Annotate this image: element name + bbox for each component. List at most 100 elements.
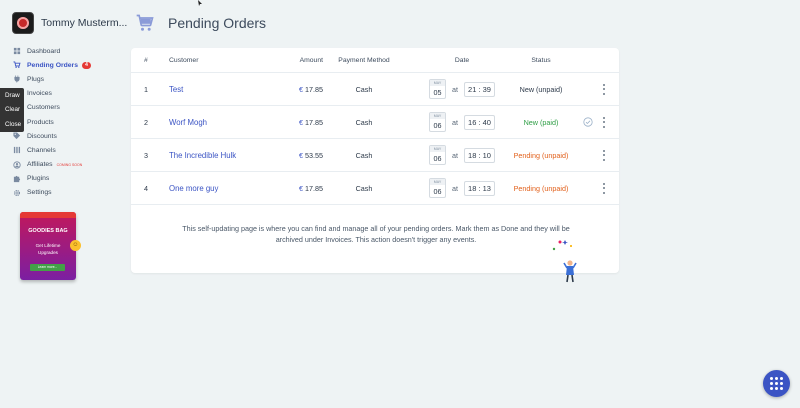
profile[interactable]: Tommy Musterm...	[12, 12, 127, 34]
currency-symbol: €	[299, 150, 303, 160]
sidebar-item-label: Channels	[27, 146, 56, 154]
order-amount: 17.85	[305, 183, 323, 193]
customer-link[interactable]: Test	[169, 85, 183, 94]
date-badge: MAY 06	[429, 178, 447, 198]
order-time: 18 : 13	[464, 180, 495, 196]
order-amount: 53.55	[305, 150, 323, 160]
clear-button[interactable]: Clear	[0, 103, 24, 118]
sidebar-item-settings[interactable]: Settings	[13, 186, 123, 200]
order-number: 2	[144, 117, 148, 127]
col-header-amount: Amount	[299, 56, 323, 64]
customer-link[interactable]: Worf Mogh	[169, 118, 207, 127]
table-row[interactable]: 1 Test €17.85 Cash MAY 05 at 21 : 39 New (unpaid…	[131, 73, 619, 106]
order-date: MAY 06 at 18 : 10	[421, 139, 503, 171]
close-button[interactable]: Close	[0, 117, 24, 132]
order-time: 18 : 10	[464, 147, 495, 163]
promo-title: GOODIES BAG	[28, 228, 68, 234]
status-badge: Pending (unpaid)	[513, 183, 569, 193]
date-at-label: at	[452, 183, 459, 193]
sidebar-item-customers[interactable]: Customers	[13, 101, 123, 115]
row-menu-icon[interactable]	[601, 149, 607, 161]
sidebar-item-dashboard[interactable]: Dashboard	[13, 44, 123, 58]
affiliates-icon	[13, 160, 21, 169]
check-circle-icon[interactable]	[583, 117, 593, 127]
sidebar-item-invoices[interactable]: Invoices	[13, 87, 123, 101]
customer-link[interactable]: The Incredible Hulk	[169, 151, 236, 160]
gear-icon	[13, 189, 21, 197]
payment-method: Cash	[355, 84, 373, 94]
sidebar-item-products[interactable]: Products	[13, 115, 123, 129]
currency-symbol: €	[299, 183, 303, 193]
promo-learn-more-button[interactable]: Learn more...	[30, 264, 65, 271]
sidebar-item-affiliates[interactable]: Affiliates coming soon	[13, 158, 123, 172]
order-number: 1	[144, 84, 148, 94]
row-menu-icon[interactable]	[601, 116, 607, 128]
cart-icon	[13, 61, 21, 69]
mouse-cursor-icon	[198, 0, 202, 6]
sidebar-item-channels[interactable]: Channels	[13, 143, 123, 157]
grid-icon	[770, 377, 783, 390]
puzzle-icon	[13, 175, 21, 183]
date-at-label: at	[452, 150, 459, 160]
status-badge: New (paid)	[523, 117, 559, 127]
sidebar-item-plugs[interactable]: Plugs	[13, 72, 123, 86]
date-at-label: at	[452, 117, 459, 127]
sidebar-item-label: Affiliates	[27, 161, 53, 169]
smiley-icon: ☺	[70, 240, 81, 251]
profile-name[interactable]: Tommy Musterm...	[41, 17, 127, 29]
dashboard-icon	[13, 47, 21, 55]
coming-soon-tag: coming soon	[56, 162, 83, 167]
avatar[interactable]	[12, 12, 34, 34]
sidebar-item-label: Pending Orders	[27, 61, 78, 69]
tag-icon	[13, 132, 21, 140]
info-text: This self-updating page is where you can…	[182, 224, 570, 244]
row-menu-icon[interactable]	[601, 182, 607, 194]
col-header-status: Status	[531, 56, 551, 64]
status-badge: New (unpaid)	[519, 84, 563, 94]
order-date: MAY 06 at 18 : 13	[421, 172, 503, 204]
order-date: MAY 06 at 16 : 40	[421, 106, 503, 138]
goodies-bag-promo[interactable]: GOODIES BAG Get Lifetime Upgrades Learn …	[20, 212, 81, 280]
table-header: # Customer Amount Payment Method Date St…	[131, 48, 619, 73]
sidebar-item-label: Dashboard	[27, 47, 61, 55]
apps-menu-button[interactable]	[763, 370, 790, 397]
celebration-illustration	[552, 240, 577, 283]
cart-icon	[136, 14, 154, 31]
col-header-payment: Payment Method	[338, 56, 390, 64]
sidebar: Tommy Musterm... Dashboard Pending Orders…	[0, 0, 127, 408]
order-date: MAY 05 at 21 : 39	[421, 73, 503, 105]
sidebar-item-discounts[interactable]: Discounts	[13, 129, 123, 143]
table-row[interactable]: 3 The Incredible Hulk €53.55 Cash MAY 06 at 18 …	[131, 139, 619, 172]
payment-method: Cash	[355, 183, 373, 193]
order-number: 3	[144, 150, 148, 160]
col-header-num: #	[144, 56, 148, 64]
sidebar-item-label: Plugs	[27, 75, 45, 83]
table-row[interactable]: 2 Worf Mogh €17.85 Cash MAY 06 at 16 : 40 New (p…	[131, 106, 619, 139]
col-header-date: Date	[454, 56, 470, 64]
sidebar-item-label: Settings	[27, 189, 52, 197]
draw-toolbar: Draw Clear Close	[0, 88, 24, 132]
customer-link[interactable]: One more guy	[169, 184, 218, 193]
channels-icon	[13, 146, 21, 154]
table-row[interactable]: 4 One more guy €17.85 Cash MAY 06 at 18 : 13 Pen…	[131, 172, 619, 205]
order-time: 16 : 40	[464, 114, 495, 130]
col-header-customer: Customer	[169, 56, 199, 64]
currency-symbol: €	[299, 117, 303, 127]
pending-count-badge: 4	[82, 61, 91, 69]
sidebar-nav: Dashboard Pending Orders 4 Plugs Invoices Cus…	[13, 44, 123, 200]
date-day: 05	[433, 88, 442, 97]
sidebar-item-label: Plugins	[27, 175, 50, 183]
payment-method: Cash	[355, 150, 373, 160]
sidebar-item-plugins[interactable]: Plugins	[13, 172, 123, 186]
draw-button[interactable]: Draw	[0, 88, 24, 103]
sidebar-item-label: Invoices	[27, 90, 52, 98]
date-day: 06	[433, 121, 442, 130]
sidebar-item-pending-orders[interactable]: Pending Orders 4	[13, 58, 123, 72]
order-amount: 17.85	[305, 84, 323, 94]
sidebar-item-label: Products	[27, 118, 54, 126]
date-badge: MAY 06	[429, 112, 447, 132]
sidebar-item-label: Discounts	[27, 132, 57, 140]
order-time: 21 : 39	[464, 81, 495, 97]
row-menu-icon[interactable]	[601, 83, 607, 95]
currency-symbol: €	[299, 84, 303, 94]
